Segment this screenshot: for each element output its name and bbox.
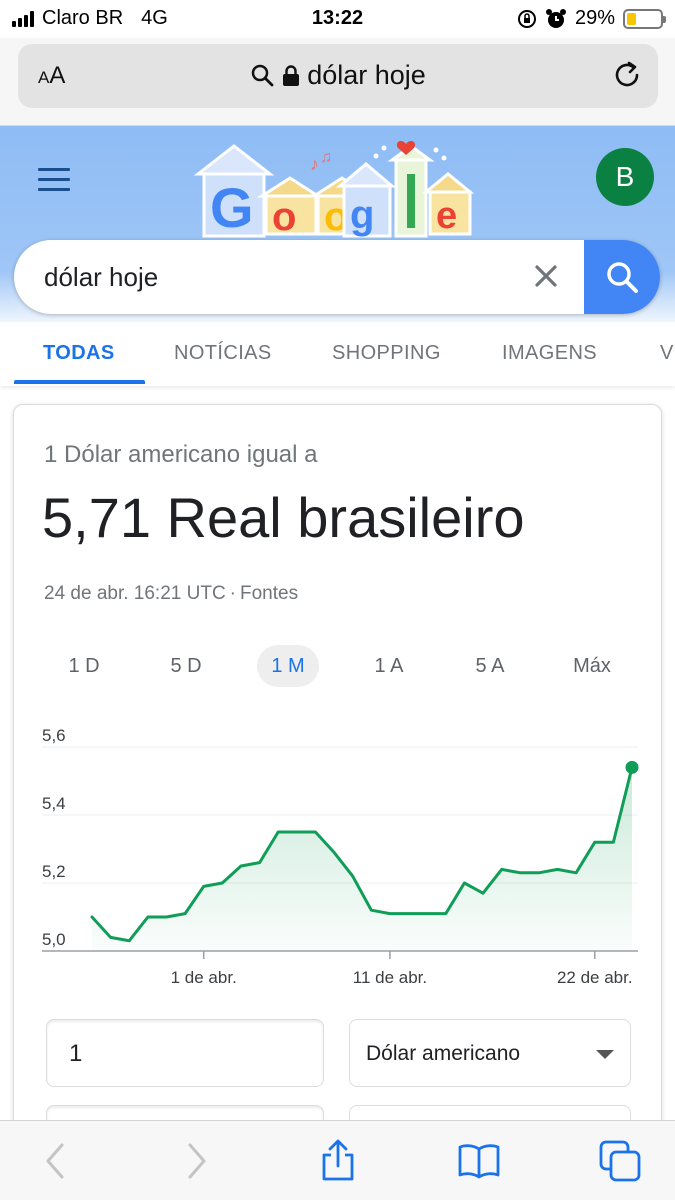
chevron-right-icon[interactable]	[174, 1139, 218, 1183]
x-tick-label: 22 de abr.	[557, 968, 633, 987]
amount-input[interactable]: 1	[46, 1019, 324, 1087]
x-tick-label: 1 de abr.	[171, 968, 237, 987]
svg-text:g: g	[350, 193, 374, 237]
range-selector: 1 D 5 D 1 M 1 A 5 A Máx	[14, 645, 663, 687]
orientation-lock-icon	[517, 9, 536, 28]
search-icon	[607, 262, 638, 293]
address-bar[interactable]: AA dólar hoje	[18, 44, 658, 108]
exchange-rate-chart[interactable]: 5,6 5,4 5,2 5,0 1 de abr. 11 de abr. 22 de abr…	[14, 725, 663, 1005]
chevron-left-icon[interactable]	[34, 1139, 78, 1183]
tab-news[interactable]: NOTÍCIAS	[174, 342, 272, 365]
converter-meta: 24 de abr. 16:21 UTC · Fontes	[44, 583, 298, 605]
chevron-down-icon	[596, 1050, 614, 1059]
range-1d[interactable]: 1 D	[53, 645, 115, 687]
y-tick-label: 5,0	[42, 930, 66, 949]
url-text: dólar hoje	[307, 60, 426, 90]
currency-converter-card: 1 Dólar americano igual a 5,71 Real bras…	[13, 404, 663, 1173]
separator: ·	[229, 583, 236, 604]
browser-address-area: AA dólar hoje	[0, 38, 675, 126]
search-tabs: TODAS NOTÍCIAS SHOPPING IMAGENS V	[0, 322, 675, 386]
reload-icon[interactable]	[610, 58, 644, 92]
browser-toolbar	[0, 1120, 675, 1200]
tabs-icon[interactable]	[598, 1139, 642, 1183]
y-tick-label: 5,6	[42, 726, 66, 745]
tab-all[interactable]: TODAS	[43, 342, 115, 365]
search-box[interactable]: dólar hoje	[14, 240, 660, 314]
share-icon[interactable]	[316, 1139, 360, 1183]
battery-icon	[623, 8, 666, 29]
from-currency-select[interactable]: Dólar americano	[349, 1019, 631, 1087]
current-value-marker	[625, 760, 639, 774]
series-area	[92, 767, 632, 951]
y-tick-label: 5,4	[42, 794, 66, 813]
converter-label: 1 Dólar americano igual a	[44, 441, 318, 468]
active-tab-indicator	[14, 380, 145, 384]
svg-text:♫: ♫	[320, 149, 332, 166]
battery-percent: 29%	[574, 7, 615, 29]
menu-icon[interactable]	[38, 168, 70, 198]
range-max[interactable]: Máx	[561, 645, 623, 687]
account-avatar[interactable]: B	[596, 148, 654, 206]
close-icon[interactable]	[530, 260, 562, 292]
from-currency-value: Dólar americano	[366, 1042, 521, 1065]
tab-images[interactable]: IMAGENS	[502, 342, 597, 365]
tab-shopping[interactable]: SHOPPING	[332, 342, 441, 365]
search-button[interactable]	[584, 240, 660, 314]
book-icon[interactable]	[457, 1139, 501, 1183]
svg-text:♪: ♪	[310, 154, 319, 174]
search-input[interactable]: dólar hoje	[44, 262, 158, 293]
sources-link[interactable]: Fontes	[240, 583, 298, 604]
range-5d[interactable]: 5 D	[155, 645, 217, 687]
svg-text:o: o	[272, 195, 296, 239]
google-doodle-logo[interactable]: G o o g e ♪ ♫	[190, 134, 490, 244]
x-tick-label: 11 de abr.	[353, 968, 427, 987]
lock-icon	[282, 65, 299, 86]
search-icon	[251, 64, 274, 87]
battery-fill	[627, 12, 637, 25]
converter-value: 5,71 Real brasileiro	[42, 486, 525, 549]
svg-text:G: G	[210, 176, 254, 239]
y-tick-label: 5,2	[42, 862, 66, 881]
range-1y[interactable]: 1 A	[358, 645, 420, 687]
alarm-icon	[545, 8, 566, 28]
timestamp: 24 de abr. 16:21 UTC	[44, 583, 226, 604]
amount-value: 1	[69, 1040, 83, 1067]
status-bar: Claro BR 4G 13:22 29%	[0, 0, 675, 38]
svg-text:e: e	[436, 195, 457, 237]
tab-videos[interactable]: V	[660, 342, 674, 365]
range-5y[interactable]: 5 A	[459, 645, 521, 687]
range-1m[interactable]: 1 M	[257, 645, 319, 687]
